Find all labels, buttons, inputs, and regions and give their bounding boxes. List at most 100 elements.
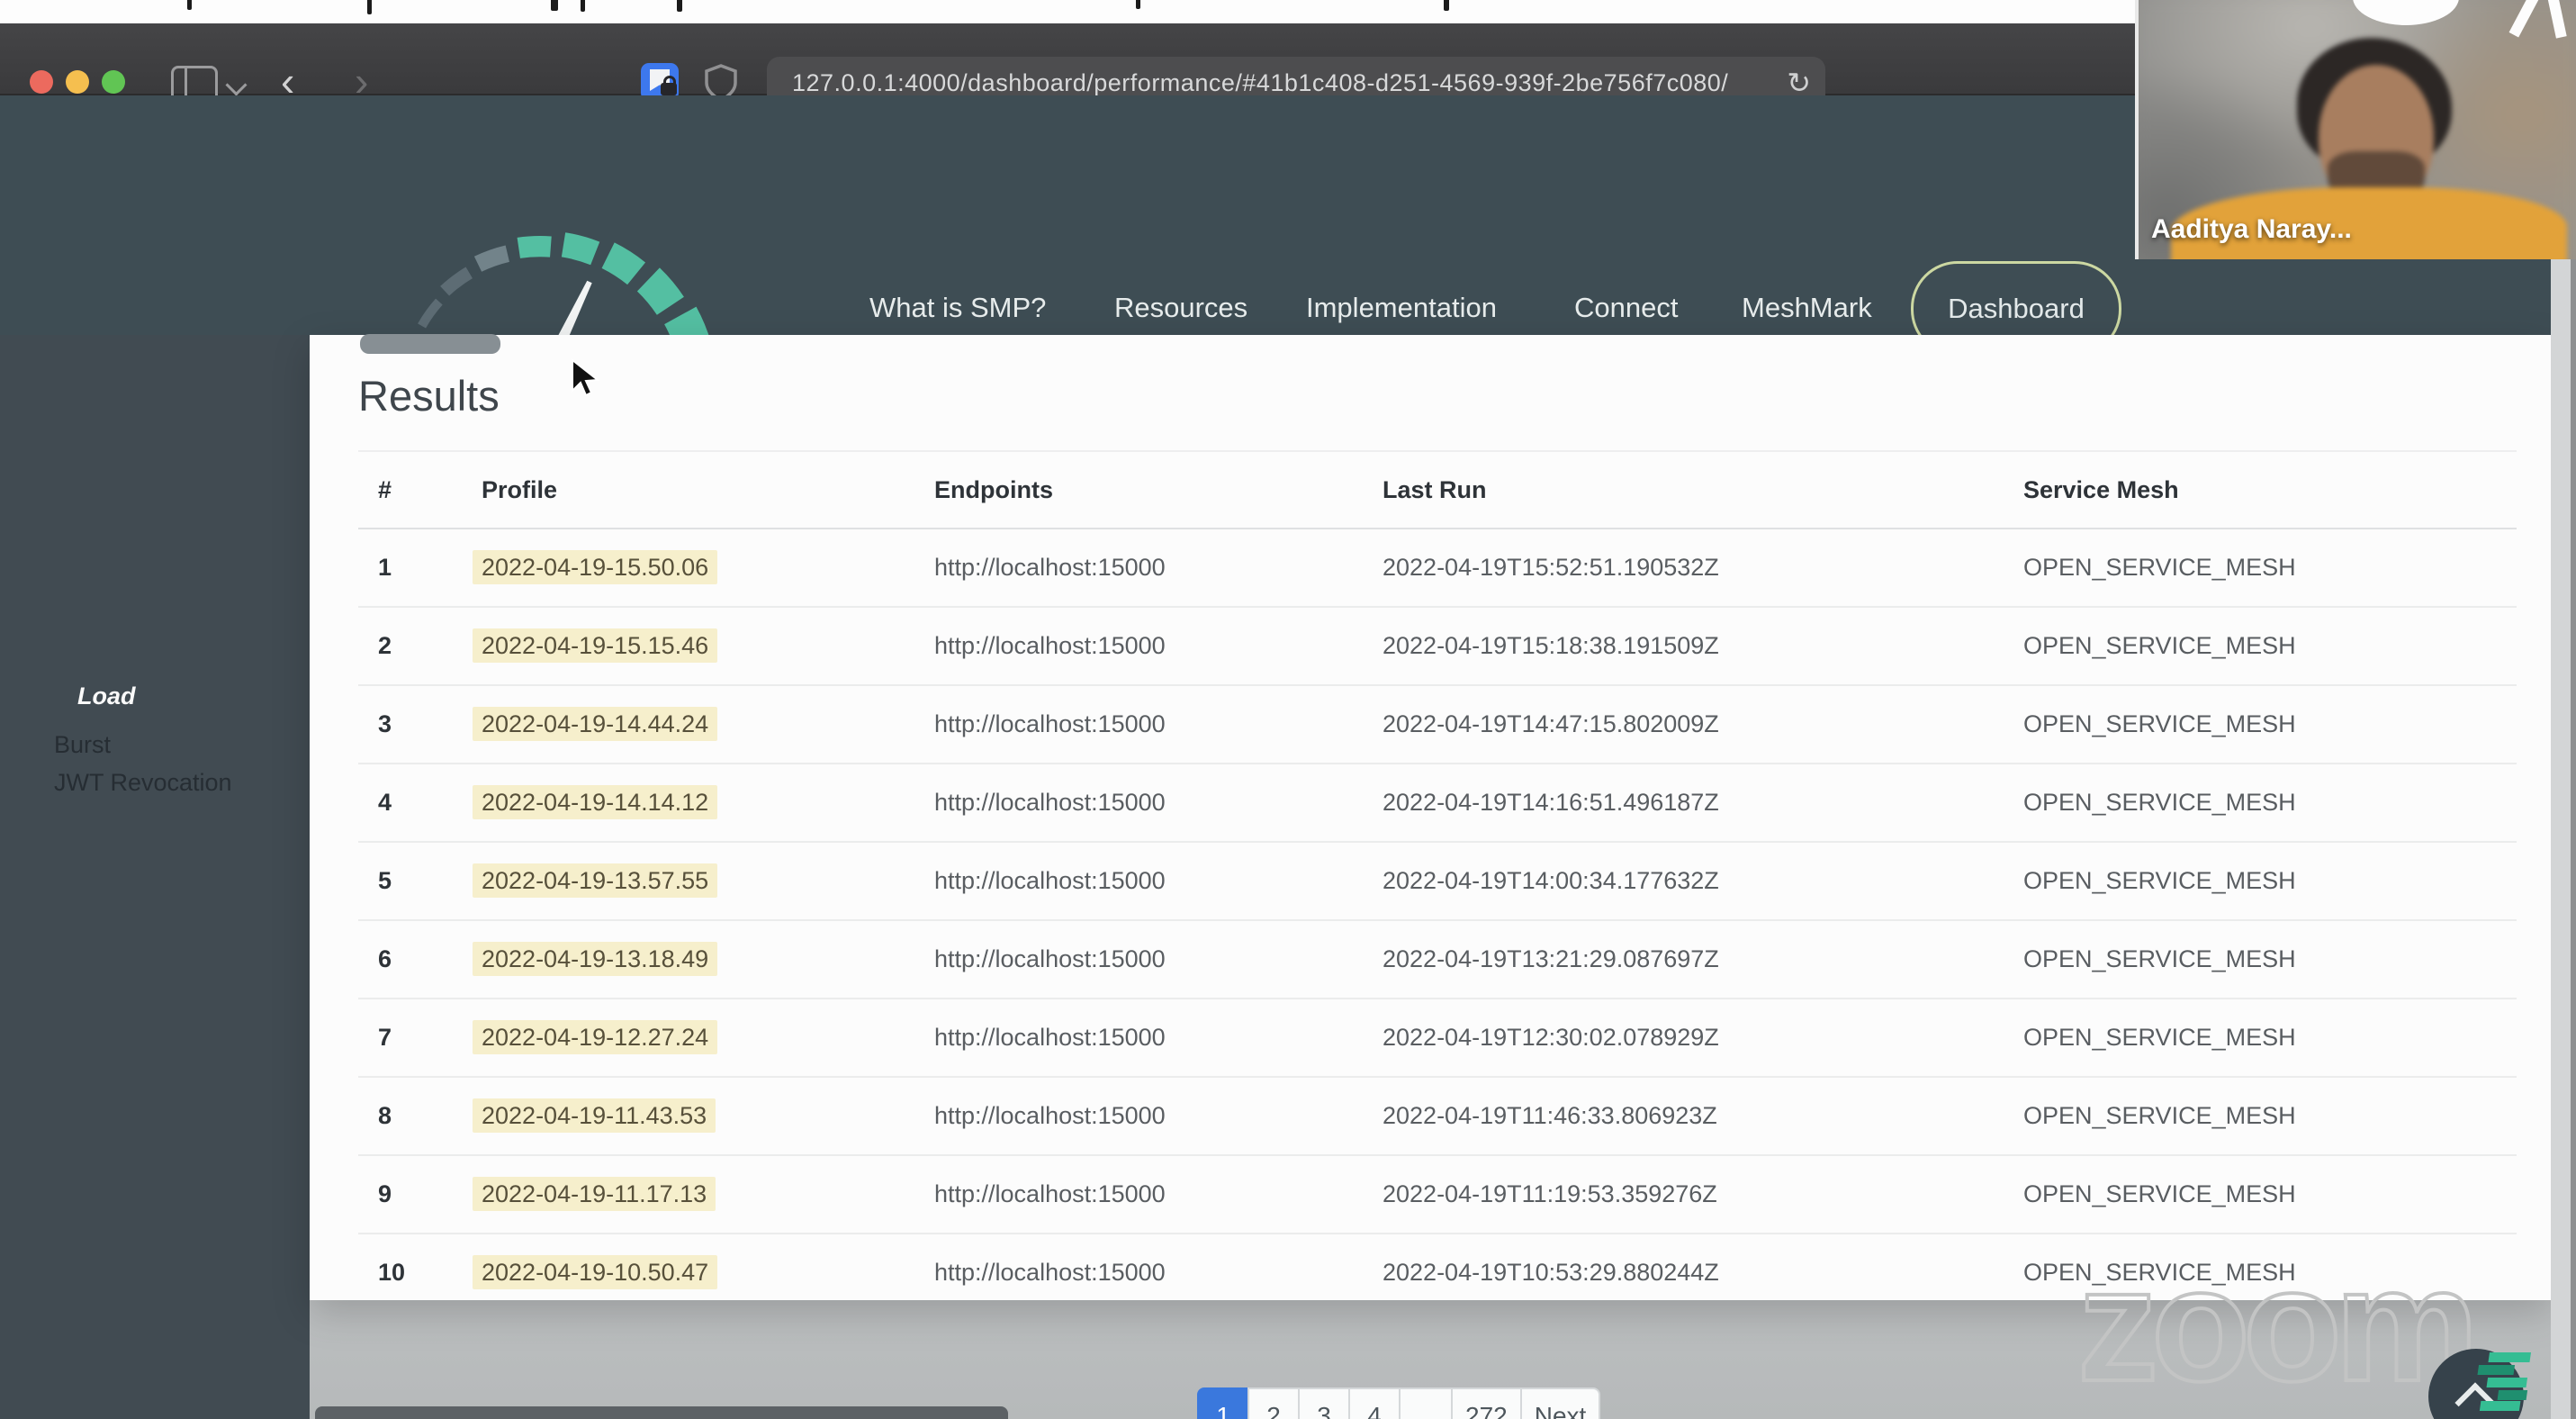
profile-highlight: 2022-04-19-15.15.46 — [473, 628, 718, 663]
cell-endpoints: http://localhost:15000 — [934, 710, 1166, 737]
cell-last-run: 2022-04-19T15:52:51.190532Z — [1383, 554, 1719, 581]
column-header: Last Run — [1383, 475, 1487, 503]
vertical-scrollbar-track[interactable] — [2551, 95, 2571, 1419]
column-header: Profile — [482, 475, 558, 503]
page-title: Results — [358, 372, 500, 420]
profile-highlight: 2022-04-19-12.27.24 — [473, 1020, 718, 1054]
screen: ‹ › 127.0.0.1:4000/dashboard/performance… — [0, 0, 2576, 1419]
column-header: Service Mesh — [2023, 475, 2179, 503]
horizontal-scrollbar-thumb[interactable] — [315, 1406, 1008, 1419]
results-table: # Profile Endpoints Last Run Service Mes… — [358, 450, 2517, 1311]
chevron-down-icon[interactable] — [225, 74, 248, 96]
lock-icon — [661, 76, 677, 95]
table-row[interactable]: 6 2022-04-19-13.18.49 http://localhost:1… — [358, 919, 2517, 998]
profile-highlight: 2022-04-19-11.43.53 — [473, 1098, 716, 1133]
cell-endpoints: http://localhost:15000 — [934, 789, 1166, 816]
cell-index: 10 — [378, 1259, 406, 1286]
cell-profile: 2022-04-19-13.57.55 — [473, 863, 934, 898]
nav-link[interactable]: What is SMP? — [869, 292, 1046, 324]
next-page-button[interactable]: Next — [1519, 1387, 1601, 1419]
cell-service-mesh: OPEN_SERVICE_MESH — [2023, 867, 2296, 894]
cell-index: 7 — [378, 1024, 392, 1051]
window-right-edge — [2571, 95, 2576, 1419]
cell-endpoints: http://localhost:15000 — [934, 1259, 1166, 1286]
cell-index: 6 — [378, 945, 392, 972]
page-button[interactable]: 4 — [1348, 1387, 1401, 1419]
cell-index: 5 — [378, 867, 392, 894]
nav-link[interactable]: Implementation — [1306, 292, 1497, 324]
cell-index: 9 — [378, 1180, 392, 1207]
letter-fragment — [551, 0, 558, 11]
letter-fragment — [581, 0, 585, 12]
page-button[interactable]: 272 — [1451, 1387, 1522, 1419]
profile-highlight: 2022-04-19-13.57.55 — [473, 863, 718, 898]
cell-profile: 2022-04-19-11.43.53 — [473, 1098, 934, 1133]
cell-endpoints: http://localhost:15000 — [934, 1024, 1166, 1051]
nav-link[interactable]: MeshMark — [1742, 292, 1872, 324]
cell-last-run: 2022-04-19T14:47:15.802009Z — [1383, 710, 1719, 737]
cell-profile: 2022-04-19-11.17.13 — [473, 1177, 934, 1211]
close-window-button[interactable] — [30, 70, 53, 94]
table-body: 1 2022-04-19-15.50.06 http://localhost:1… — [358, 529, 2517, 1311]
cell-endpoints: http://localhost:15000 — [934, 945, 1166, 972]
table-header-row: # Profile Endpoints Last Run Service Mes… — [358, 450, 2517, 529]
letter-fragment — [367, 0, 372, 14]
page-button[interactable]: … — [1399, 1387, 1453, 1419]
sidebar-item[interactable]: Burst — [54, 731, 111, 759]
cell-profile: 2022-04-19-12.27.24 — [473, 1020, 934, 1054]
table-row[interactable]: 3 2022-04-19-14.44.24 http://localhost:1… — [358, 684, 2517, 763]
pagination: 1 2 3 4 … 272 Next — [1197, 1387, 1601, 1419]
cell-profile: 2022-04-19-15.50.06 — [473, 550, 934, 584]
nav-link[interactable]: Connect — [1574, 292, 1678, 324]
results-card: Results # Profile Endpoints Last Run Ser… — [310, 334, 2553, 1300]
profile-highlight: 2022-04-19-15.50.06 — [473, 550, 718, 584]
column-header: Endpoints — [934, 475, 1053, 503]
column-header: # — [378, 475, 392, 503]
tab-remnant[interactable] — [360, 334, 500, 354]
page-button[interactable]: 3 — [1298, 1387, 1350, 1419]
nav-link[interactable]: Resources — [1114, 292, 1247, 324]
page-button[interactable]: 1 — [1197, 1387, 1249, 1419]
table-row[interactable]: 5 2022-04-19-13.57.55 http://localhost:1… — [358, 841, 2517, 919]
cell-endpoints: http://localhost:15000 — [934, 632, 1166, 659]
profile-highlight: 2022-04-19-13.18.49 — [473, 942, 718, 976]
cell-endpoints: http://localhost:15000 — [934, 867, 1166, 894]
table-row[interactable]: 1 2022-04-19-15.50.06 http://localhost:1… — [358, 529, 2517, 606]
cell-service-mesh: OPEN_SERVICE_MESH — [2023, 632, 2296, 659]
cell-profile: 2022-04-19-15.15.46 — [473, 628, 934, 663]
profile-highlight: 2022-04-19-11.17.13 — [473, 1177, 716, 1211]
sidebar-item[interactable]: JWT Revocation — [54, 769, 232, 797]
cell-last-run: 2022-04-19T10:53:29.880244Z — [1383, 1259, 1719, 1286]
cell-index: 4 — [378, 789, 392, 816]
table-row[interactable]: 8 2022-04-19-11.43.53 http://localhost:1… — [358, 1076, 2517, 1154]
cell-endpoints: http://localhost:15000 — [934, 1180, 1166, 1207]
cell-profile: 2022-04-19-14.14.12 — [473, 785, 934, 819]
minimize-window-button[interactable] — [66, 70, 89, 94]
cell-index: 2 — [378, 632, 392, 659]
cell-index: 8 — [378, 1102, 392, 1129]
cell-service-mesh: OPEN_SERVICE_MESH — [2023, 1024, 2296, 1051]
letter-fragment — [677, 0, 682, 12]
cell-last-run: 2022-04-19T14:00:34.177632Z — [1383, 867, 1719, 894]
letter-fragment — [1444, 0, 1449, 11]
cell-service-mesh: OPEN_SERVICE_MESH — [2023, 554, 2296, 581]
cell-index: 3 — [378, 710, 392, 737]
page-button[interactable]: 2 — [1247, 1387, 1300, 1419]
table-row[interactable]: 4 2022-04-19-14.14.12 http://localhost:1… — [358, 763, 2517, 841]
cell-service-mesh: OPEN_SERVICE_MESH — [2023, 789, 2296, 816]
table-row[interactable]: 9 2022-04-19-11.17.13 http://localhost:1… — [358, 1154, 2517, 1233]
cell-service-mesh: OPEN_SERVICE_MESH — [2023, 1102, 2296, 1129]
cell-last-run: 2022-04-19T11:46:33.806923Z — [1383, 1102, 1717, 1129]
zoom-window-button[interactable] — [102, 70, 125, 94]
table-row[interactable]: 2 2022-04-19-15.15.46 http://localhost:1… — [358, 606, 2517, 684]
webcam-tile[interactable]: Aaditya Naray... — [2135, 0, 2576, 259]
sidebar: Load Burst JWT Revocation — [0, 335, 310, 1419]
profile-highlight: 2022-04-19-14.14.12 — [473, 785, 718, 819]
sidebar-item[interactable]: Load — [77, 682, 136, 710]
letter-fragment — [187, 0, 192, 10]
cell-service-mesh: OPEN_SERVICE_MESH — [2023, 710, 2296, 737]
cell-last-run: 2022-04-19T15:18:38.191509Z — [1383, 632, 1719, 659]
letter-fragment — [1136, 0, 1140, 9]
cell-last-run: 2022-04-19T11:19:53.359276Z — [1383, 1180, 1717, 1207]
table-row[interactable]: 7 2022-04-19-12.27.24 http://localhost:1… — [358, 998, 2517, 1076]
